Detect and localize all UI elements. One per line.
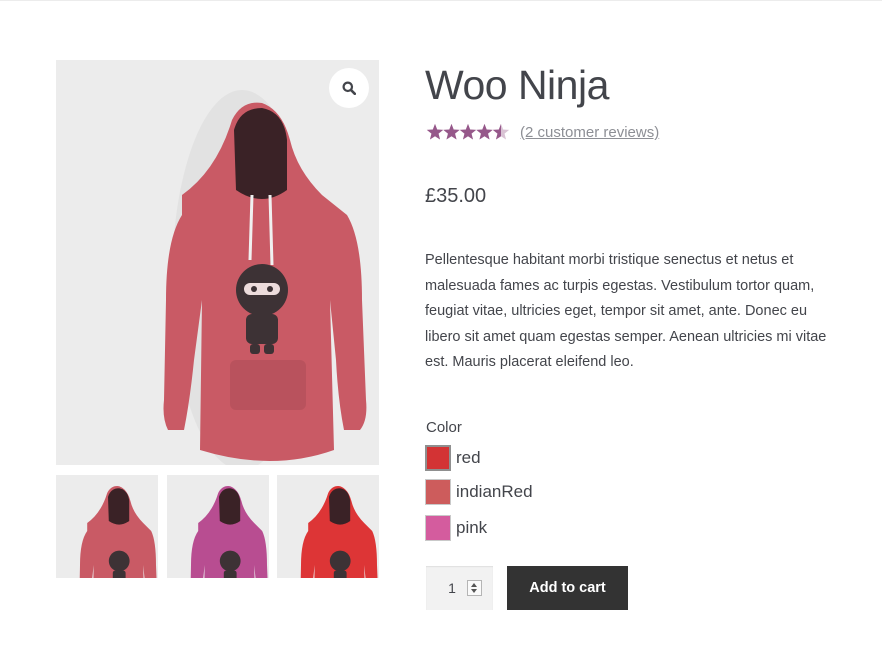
reviews-link[interactable]: (2 customer reviews)	[520, 124, 659, 141]
quantity-input[interactable]: 1	[426, 566, 493, 610]
hoodie-thumbnail-image	[79, 486, 157, 578]
hoodie-thumbnail-image	[300, 486, 378, 578]
color-option-red[interactable]: red	[425, 443, 481, 473]
color-swatch	[425, 515, 451, 541]
hoodie-image	[163, 90, 367, 465]
star-icon	[459, 123, 477, 140]
zoom-button[interactable]	[329, 68, 369, 108]
star-icon	[476, 123, 493, 140]
color-option-pink[interactable]: pink	[425, 513, 487, 543]
gallery-thumbnail-3[interactable]	[277, 475, 379, 578]
star-icon	[426, 123, 444, 140]
magnifier-icon	[342, 81, 356, 95]
chevron-up-icon[interactable]	[471, 583, 477, 587]
gallery-thumbnail-2[interactable]	[167, 475, 269, 578]
color-label: Color	[426, 419, 462, 436]
top-divider	[0, 0, 882, 1]
quantity-stepper[interactable]	[467, 580, 482, 596]
gallery-thumbnail-1[interactable]	[56, 475, 158, 578]
product-description: Pellentesque habitant morbi tristique se…	[425, 252, 827, 370]
quantity-value[interactable]: 1	[446, 580, 458, 596]
color-option-label: pink	[456, 518, 488, 537]
chevron-down-icon[interactable]	[471, 589, 477, 593]
product-title: Woo Ninja	[425, 62, 609, 108]
color-swatch	[425, 479, 451, 505]
product-main-image[interactable]	[56, 60, 379, 465]
star-icon	[443, 123, 460, 140]
color-option-label: indianRed	[456, 482, 533, 501]
color-option-indianred[interactable]: indianRed	[425, 477, 533, 507]
add-to-cart-button[interactable]: Add to cart	[507, 566, 628, 610]
star-rating	[426, 123, 510, 140]
hoodie-thumbnail-image	[190, 486, 268, 578]
product-price: £35.00	[425, 185, 487, 207]
color-swatch	[425, 445, 451, 471]
color-option-label: red	[456, 448, 481, 467]
